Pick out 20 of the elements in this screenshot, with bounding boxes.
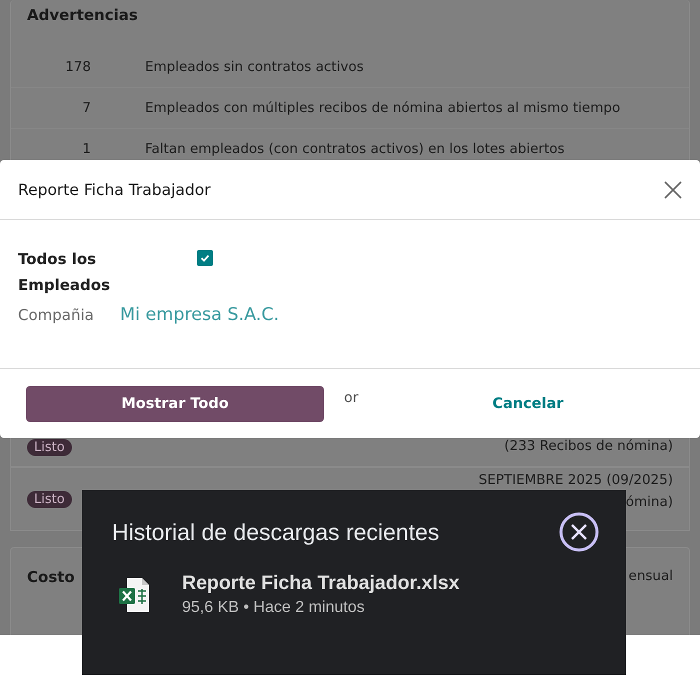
batch-info: SEPTIEMBRE 2025 (09/2025) [478, 471, 673, 490]
warning-count: 1 [81, 141, 91, 157]
batch-info: (233 Recibos de nómina) [504, 436, 673, 456]
card-title: Costo [26, 568, 75, 586]
batch-info: ómina) [626, 493, 673, 512]
warning-count: 7 [81, 100, 91, 116]
status-badge: Listo [27, 438, 72, 456]
warning-count: 178 [64, 59, 91, 75]
panel-title: Historial de descargas recientes [112, 518, 440, 546]
status-badge: Listo [27, 490, 72, 508]
field-label: Compañia [18, 305, 95, 326]
dialog-title: Reporte Ficha Trabajador [18, 180, 211, 198]
or-text: or [344, 390, 358, 406]
card-title: Advertencias [26, 6, 139, 24]
warning-text: Empleados con múltiples recibos de nómina abiertos al mismo tiempo [145, 100, 620, 116]
warning-text: Faltan empleados (con contratos activos) en los lotes abiertos [145, 141, 565, 157]
file-details: 95,6 KB • Hace 2 minutos [182, 599, 366, 617]
cost-label: ensual [628, 568, 673, 584]
field-label: Todos los Empleados [18, 249, 112, 296]
warning-text: Empleados sin contratos activos [145, 59, 364, 75]
